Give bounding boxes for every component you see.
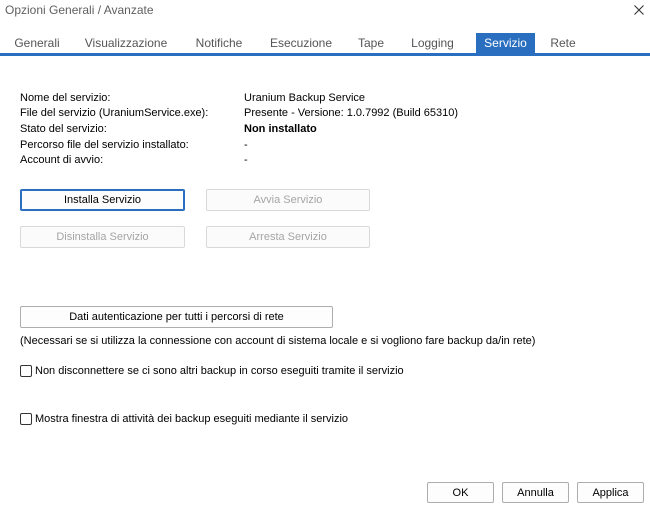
close-button[interactable] [628,0,650,20]
no-disconnect-label: Non disconnettere se ci sono altri backu… [35,365,404,377]
show-activity-label: Mostra finestra di attività dei backup e… [35,413,349,425]
tab-visualizzazione[interactable]: Visualizzazione [82,33,170,53]
tab-rete[interactable]: Rete [546,33,580,53]
tab-servizio[interactable]: Servizio [476,33,535,53]
tab-tape[interactable]: Tape [353,33,389,53]
no-disconnect-option[interactable]: Non disconnettere se ci sono altri backu… [20,365,404,377]
service-status-label: Stato del servizio: [20,123,107,135]
tab-logging[interactable]: Logging [406,33,459,53]
startup-account-value: - [244,154,248,166]
network-credentials-button[interactable]: Dati autenticazione per tutti i percorsi… [20,306,333,328]
start-service-button[interactable]: Avvia Servizio [206,189,370,211]
show-activity-checkbox[interactable] [20,413,32,425]
service-name-label: Nome del servizio: [20,92,111,104]
tab-notifiche[interactable]: Notifiche [189,33,249,53]
startup-account-label: Account di avvio: [20,154,104,166]
service-path-label: Percorso file del servizio installato: [20,139,189,151]
no-disconnect-checkbox[interactable] [20,365,32,377]
stop-service-button[interactable]: Arresta Servizio [206,226,370,248]
service-status-value: Non installato [244,123,317,135]
close-icon [634,5,644,15]
service-name-value: Uranium Backup Service [244,92,366,104]
window-title: Opzioni Generali / Avanzate [5,3,154,17]
apply-button[interactable]: Applica [577,482,644,503]
install-service-button[interactable]: Installa Servizio [20,189,185,211]
service-path-value: - [244,139,248,151]
tab-bar: Generali Visualizzazione Notifiche Esecu… [0,33,650,53]
tab-underline [0,53,650,56]
ok-button[interactable]: OK [427,482,494,503]
show-activity-option[interactable]: Mostra finestra di attività dei backup e… [20,413,348,425]
service-file-value: Presente - Versione: 1.0.7992 (Build 653… [244,107,459,119]
uninstall-service-button[interactable]: Disinstalla Servizio [20,226,185,248]
cancel-button[interactable]: Annulla [502,482,569,503]
service-file-label: File del servizio (UraniumService.exe): [20,107,209,119]
tab-generali[interactable]: Generali [10,33,64,53]
tab-esecuzione[interactable]: Esecuzione [268,33,334,53]
credentials-note: (Necessari se si utilizza la connessione… [20,335,536,347]
